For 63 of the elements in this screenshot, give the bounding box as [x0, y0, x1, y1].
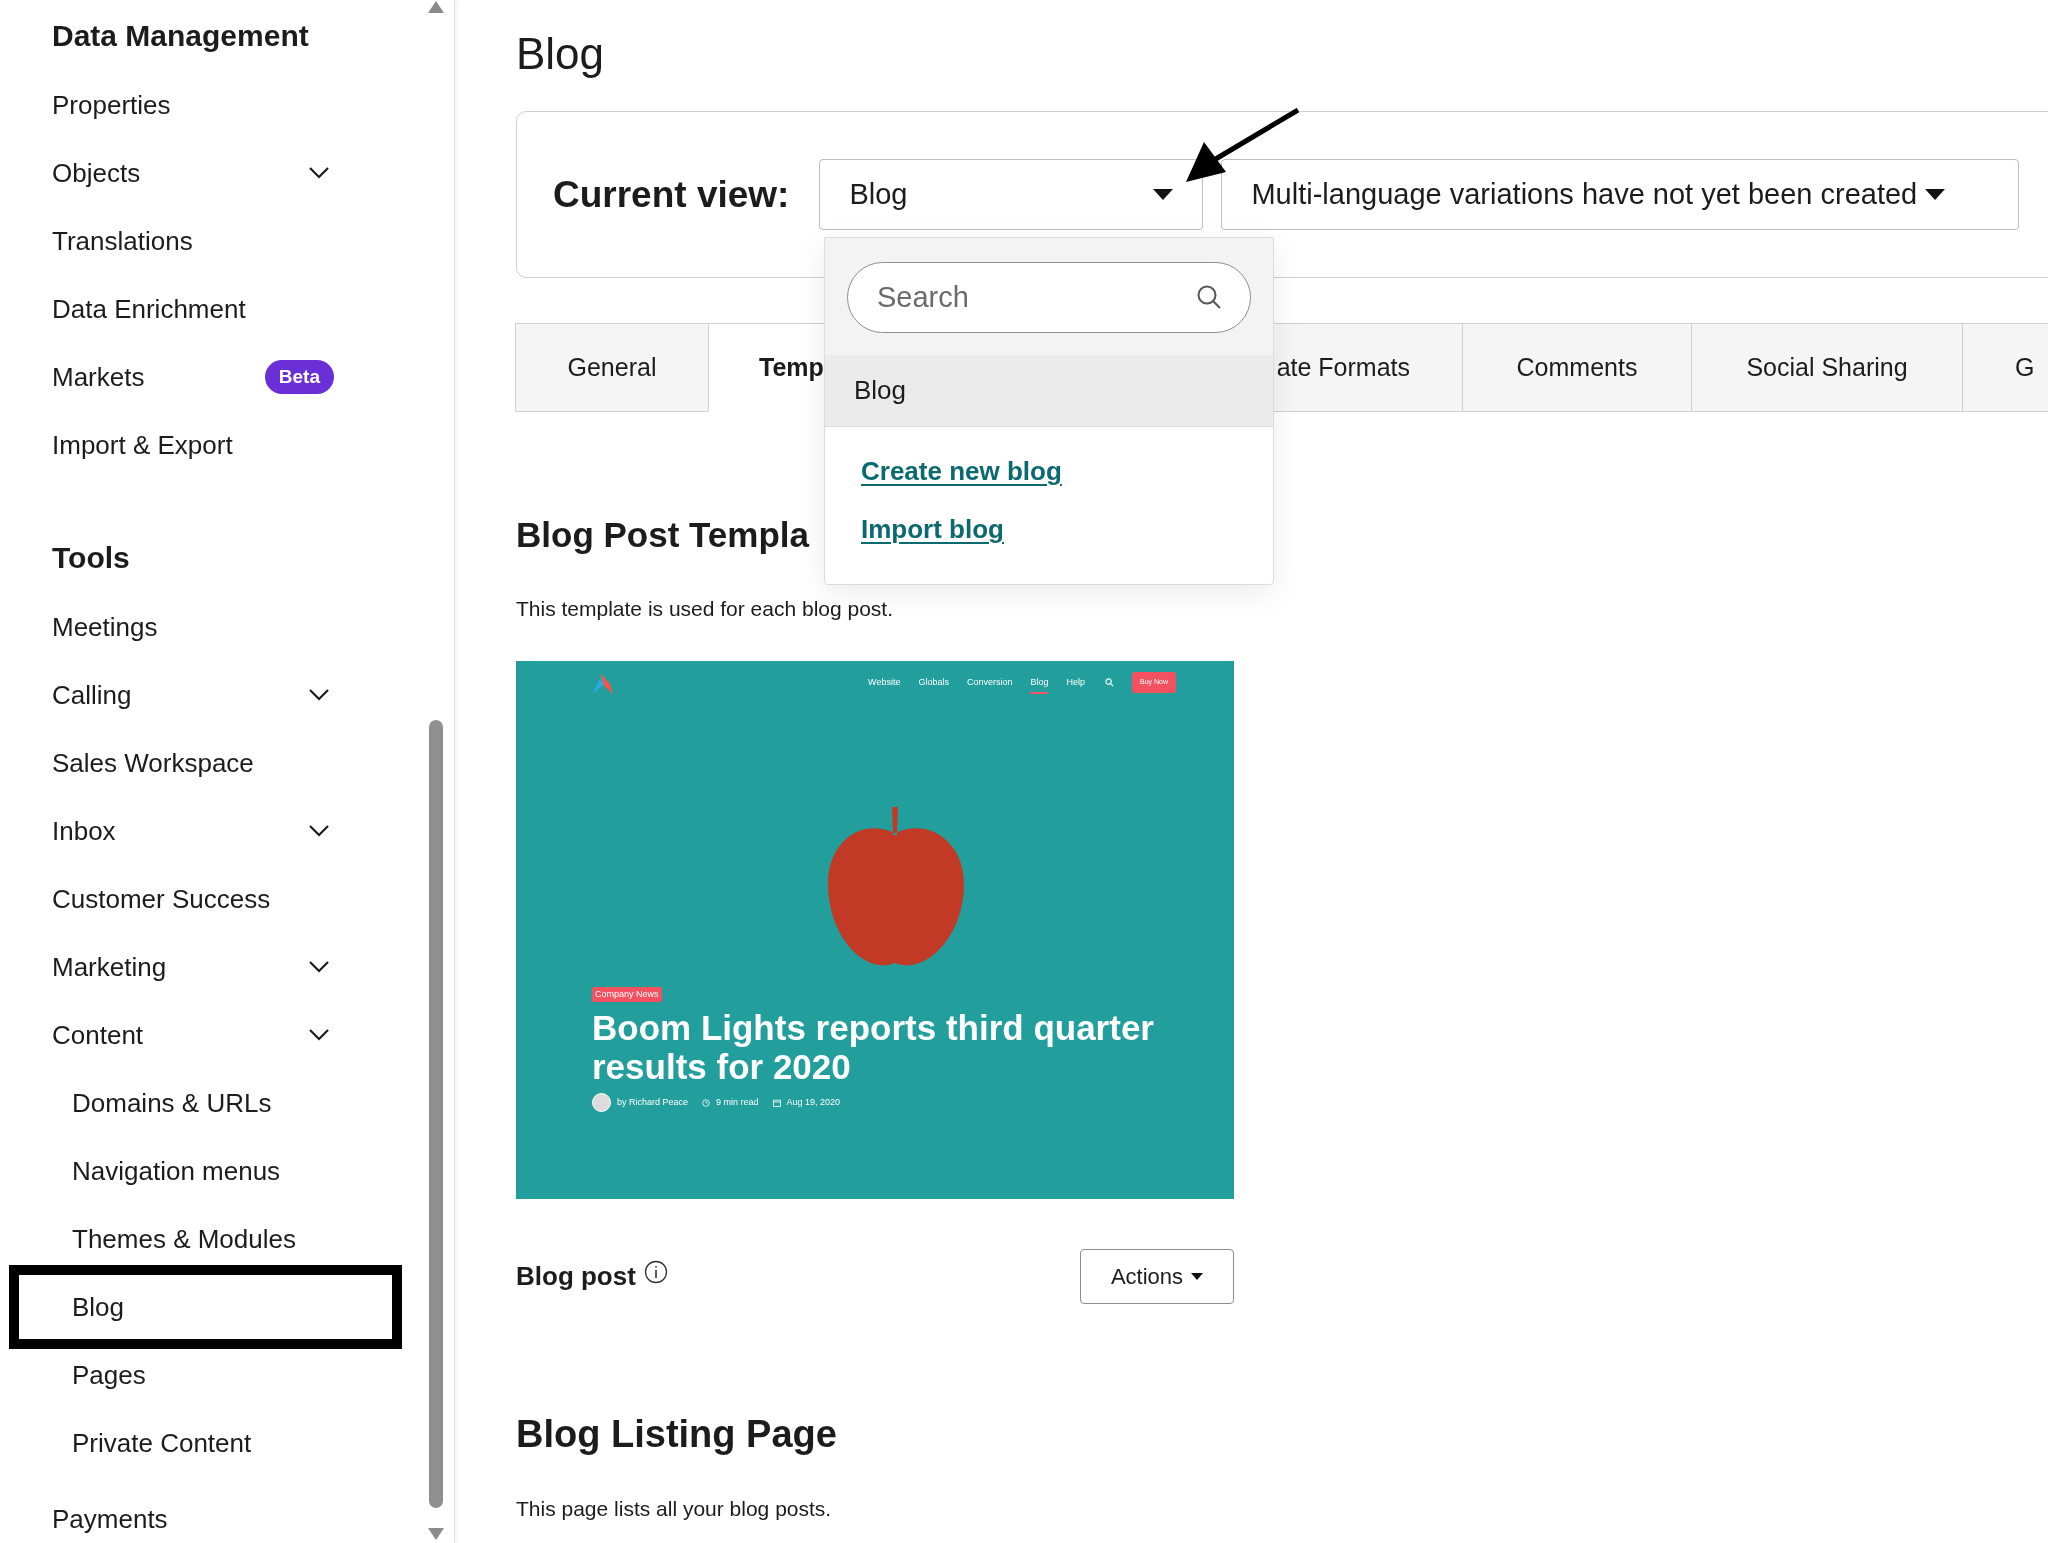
category-tag: Company News	[592, 986, 662, 1002]
section-heading: Data Management	[52, 18, 309, 54]
tab[interactable]: General	[515, 323, 709, 412]
sidebar-item[interactable]: Translations	[52, 221, 193, 261]
sidebar-item[interactable]: Data Enrichment	[52, 289, 246, 329]
chevron-down-icon	[308, 166, 330, 180]
section-description: This template is used for each blog post.	[516, 596, 894, 622]
tab[interactable]: G	[1962, 323, 2048, 412]
sidebar-subitem[interactable]: Blog	[72, 1287, 125, 1327]
post-date: Aug 19, 2020	[786, 1095, 841, 1109]
sidebar-item[interactable]: Objects	[52, 153, 141, 193]
avatar	[592, 1093, 611, 1112]
sidebar-subitem[interactable]: Navigation menus	[72, 1151, 281, 1191]
blog-post-label: Blog post	[516, 1259, 636, 1293]
search-icon[interactable]	[1105, 678, 1114, 687]
sidebar-item[interactable]: Markets	[52, 357, 145, 397]
section-title: Blog Post Templa	[516, 514, 809, 556]
actions-button[interactable]: Actions	[1080, 1248, 1234, 1304]
sidebar-item[interactable]: Meetings	[52, 607, 158, 647]
sidebar-item[interactable]: Customer Success	[52, 879, 271, 919]
search-icon	[1196, 284, 1222, 310]
scroll-down-icon[interactable]	[427, 1527, 445, 1541]
author-name: by Richard Peace	[617, 1095, 689, 1109]
tab[interactable]: Social Sharing	[1691, 323, 1963, 412]
sidebar-item[interactable]: Content	[52, 1015, 144, 1055]
dropdown-option[interactable]: Blog	[825, 355, 1273, 427]
calendar-icon	[772, 1098, 781, 1107]
sidebar-item[interactable]: Calling	[52, 675, 132, 715]
caret-icon	[1191, 1272, 1204, 1280]
read-time: 9 min read	[716, 1095, 759, 1109]
beta-badge: Beta	[264, 359, 334, 395]
sidebar-subitem[interactable]: Domains & URLs	[72, 1083, 272, 1123]
dropdown-link[interactable]: Import blog	[861, 511, 1004, 547]
section-description: This page lists all your blog posts.	[516, 1495, 832, 1522]
tab[interactable]: Comments	[1462, 323, 1692, 412]
chevron-down-icon	[308, 824, 330, 838]
preview-headline: Boom Lights reports third quarter results for 2020	[592, 1008, 1155, 1086]
sidebar-subitem[interactable]: Themes & Modules	[72, 1219, 296, 1259]
chevron-down-icon	[308, 960, 330, 974]
chevron-down-icon	[308, 1028, 330, 1042]
scroll-up-icon[interactable]	[427, 0, 445, 14]
section-heading: Tools	[52, 540, 130, 576]
language-select[interactable]: Multi-language variations have not yet been created	[1221, 159, 2020, 230]
page-title: Blog	[516, 28, 606, 80]
sidebar-item[interactable]: Payments	[52, 1499, 168, 1539]
sidebar-item[interactable]: Marketing	[52, 947, 167, 987]
blog-select[interactable]: Blog	[819, 159, 1204, 230]
info-icon[interactable]	[643, 1260, 668, 1284]
sidebar-item[interactable]: Properties	[52, 85, 171, 125]
caret-icon	[1153, 189, 1174, 200]
current-view-label: Current view:	[553, 172, 790, 217]
chevron-down-icon	[308, 688, 330, 702]
caret-icon	[1925, 189, 1946, 200]
sidebar-item[interactable]: Import & Export	[52, 425, 233, 465]
dropdown-link[interactable]: Create new blog	[861, 453, 1062, 489]
sidebar-item[interactable]: Sales Workspace	[52, 743, 254, 783]
section-title: Blog Listing Page	[516, 1411, 837, 1457]
sidebar-subitem[interactable]: Private Content	[72, 1423, 252, 1463]
clock-icon	[702, 1098, 711, 1107]
sidebar-item[interactable]: Inbox	[52, 811, 116, 851]
scrollbar-thumb[interactable]	[429, 720, 443, 1508]
search-field[interactable]: Search	[847, 262, 1251, 333]
sidebar-subitem[interactable]: Pages	[72, 1355, 146, 1395]
